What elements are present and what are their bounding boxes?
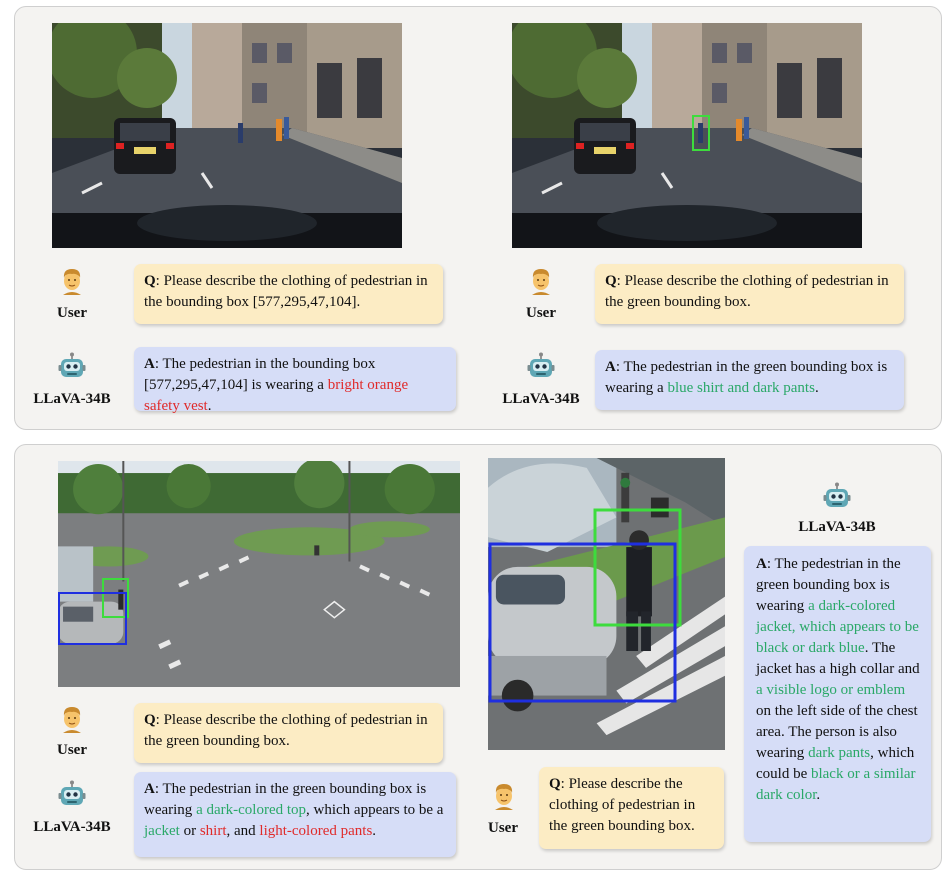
answer-correct-highlight: dark pants [808,745,871,761]
answer-text: , which appears to be a [306,802,444,818]
answer-end: . [372,823,377,839]
question-text: : Please describe the clothing of pedest… [549,776,696,834]
user-label: User [526,305,556,321]
answer-bubble: A: The pedestrian in the green bounding … [744,546,931,842]
question-text: : Please describe the clothing of pedest… [144,712,428,749]
model-label: LLaVA-34B [798,519,876,535]
q-prefix: Q [549,776,561,792]
q-prefix: Q [144,273,156,289]
answer-bubble: A: The pedestrian in the green bounding … [595,350,904,410]
question-text: : Please describe the clothing of pedest… [605,273,889,310]
a-prefix: A [144,356,155,372]
robot-avatar-icon [822,482,852,512]
answer-text: , and [226,823,260,839]
user-label: User [57,742,87,758]
user-label: User [488,820,518,836]
answer-end: . [814,380,819,396]
q-prefix: Q [605,273,617,289]
robot-avatar-icon [526,352,556,382]
robot-avatar-icon [57,780,87,810]
a-prefix: A [144,781,155,797]
user-label: User [57,305,87,321]
answer-correct-highlight: a visible logo or emblem [756,682,906,698]
user-avatar-icon [489,781,519,811]
question-bubble: Q: Please describe the clothing of pedes… [134,264,443,324]
question-text: : Please describe the clothing of pedest… [144,273,428,310]
question-bubble: Q: Please describe the clothing of pedes… [539,767,724,849]
parking-lot-image [58,461,460,687]
user-avatar-icon [526,266,556,296]
answer-bubble: A: The pedestrian in the green bounding … [134,772,456,857]
a-prefix: A [756,556,767,572]
model-label: LLaVA-34B [502,391,580,407]
street-image-plain [52,23,402,248]
user-avatar-icon [57,704,87,734]
model-label: LLaVA-34B [33,819,111,835]
question-bubble: Q: Please describe the clothing of pedes… [595,264,904,324]
closeup-image [488,458,725,750]
answer-correct-highlight: jacket [144,823,180,839]
user-avatar-icon [57,266,87,296]
answer-correct-highlight: blue shirt and dark pants [667,380,815,396]
answer-bubble: A: The pedestrian in the bounding box [5… [134,347,456,414]
q-prefix: Q [144,712,156,728]
answer-text: or [179,823,200,839]
street-image-green-box [512,23,862,248]
model-label: LLaVA-34B [33,391,111,407]
answer-incorrect-highlight: light-colored pants [259,823,373,839]
a-prefix: A [605,359,616,375]
answer-incorrect-highlight: shirt [199,823,227,839]
answer-correct-highlight: a dark-colored top [196,802,307,818]
answer-end: . [207,398,212,414]
robot-avatar-icon [57,352,87,382]
answer-end: . [816,787,821,803]
question-bubble: Q: Please describe the clothing of pedes… [134,703,443,763]
